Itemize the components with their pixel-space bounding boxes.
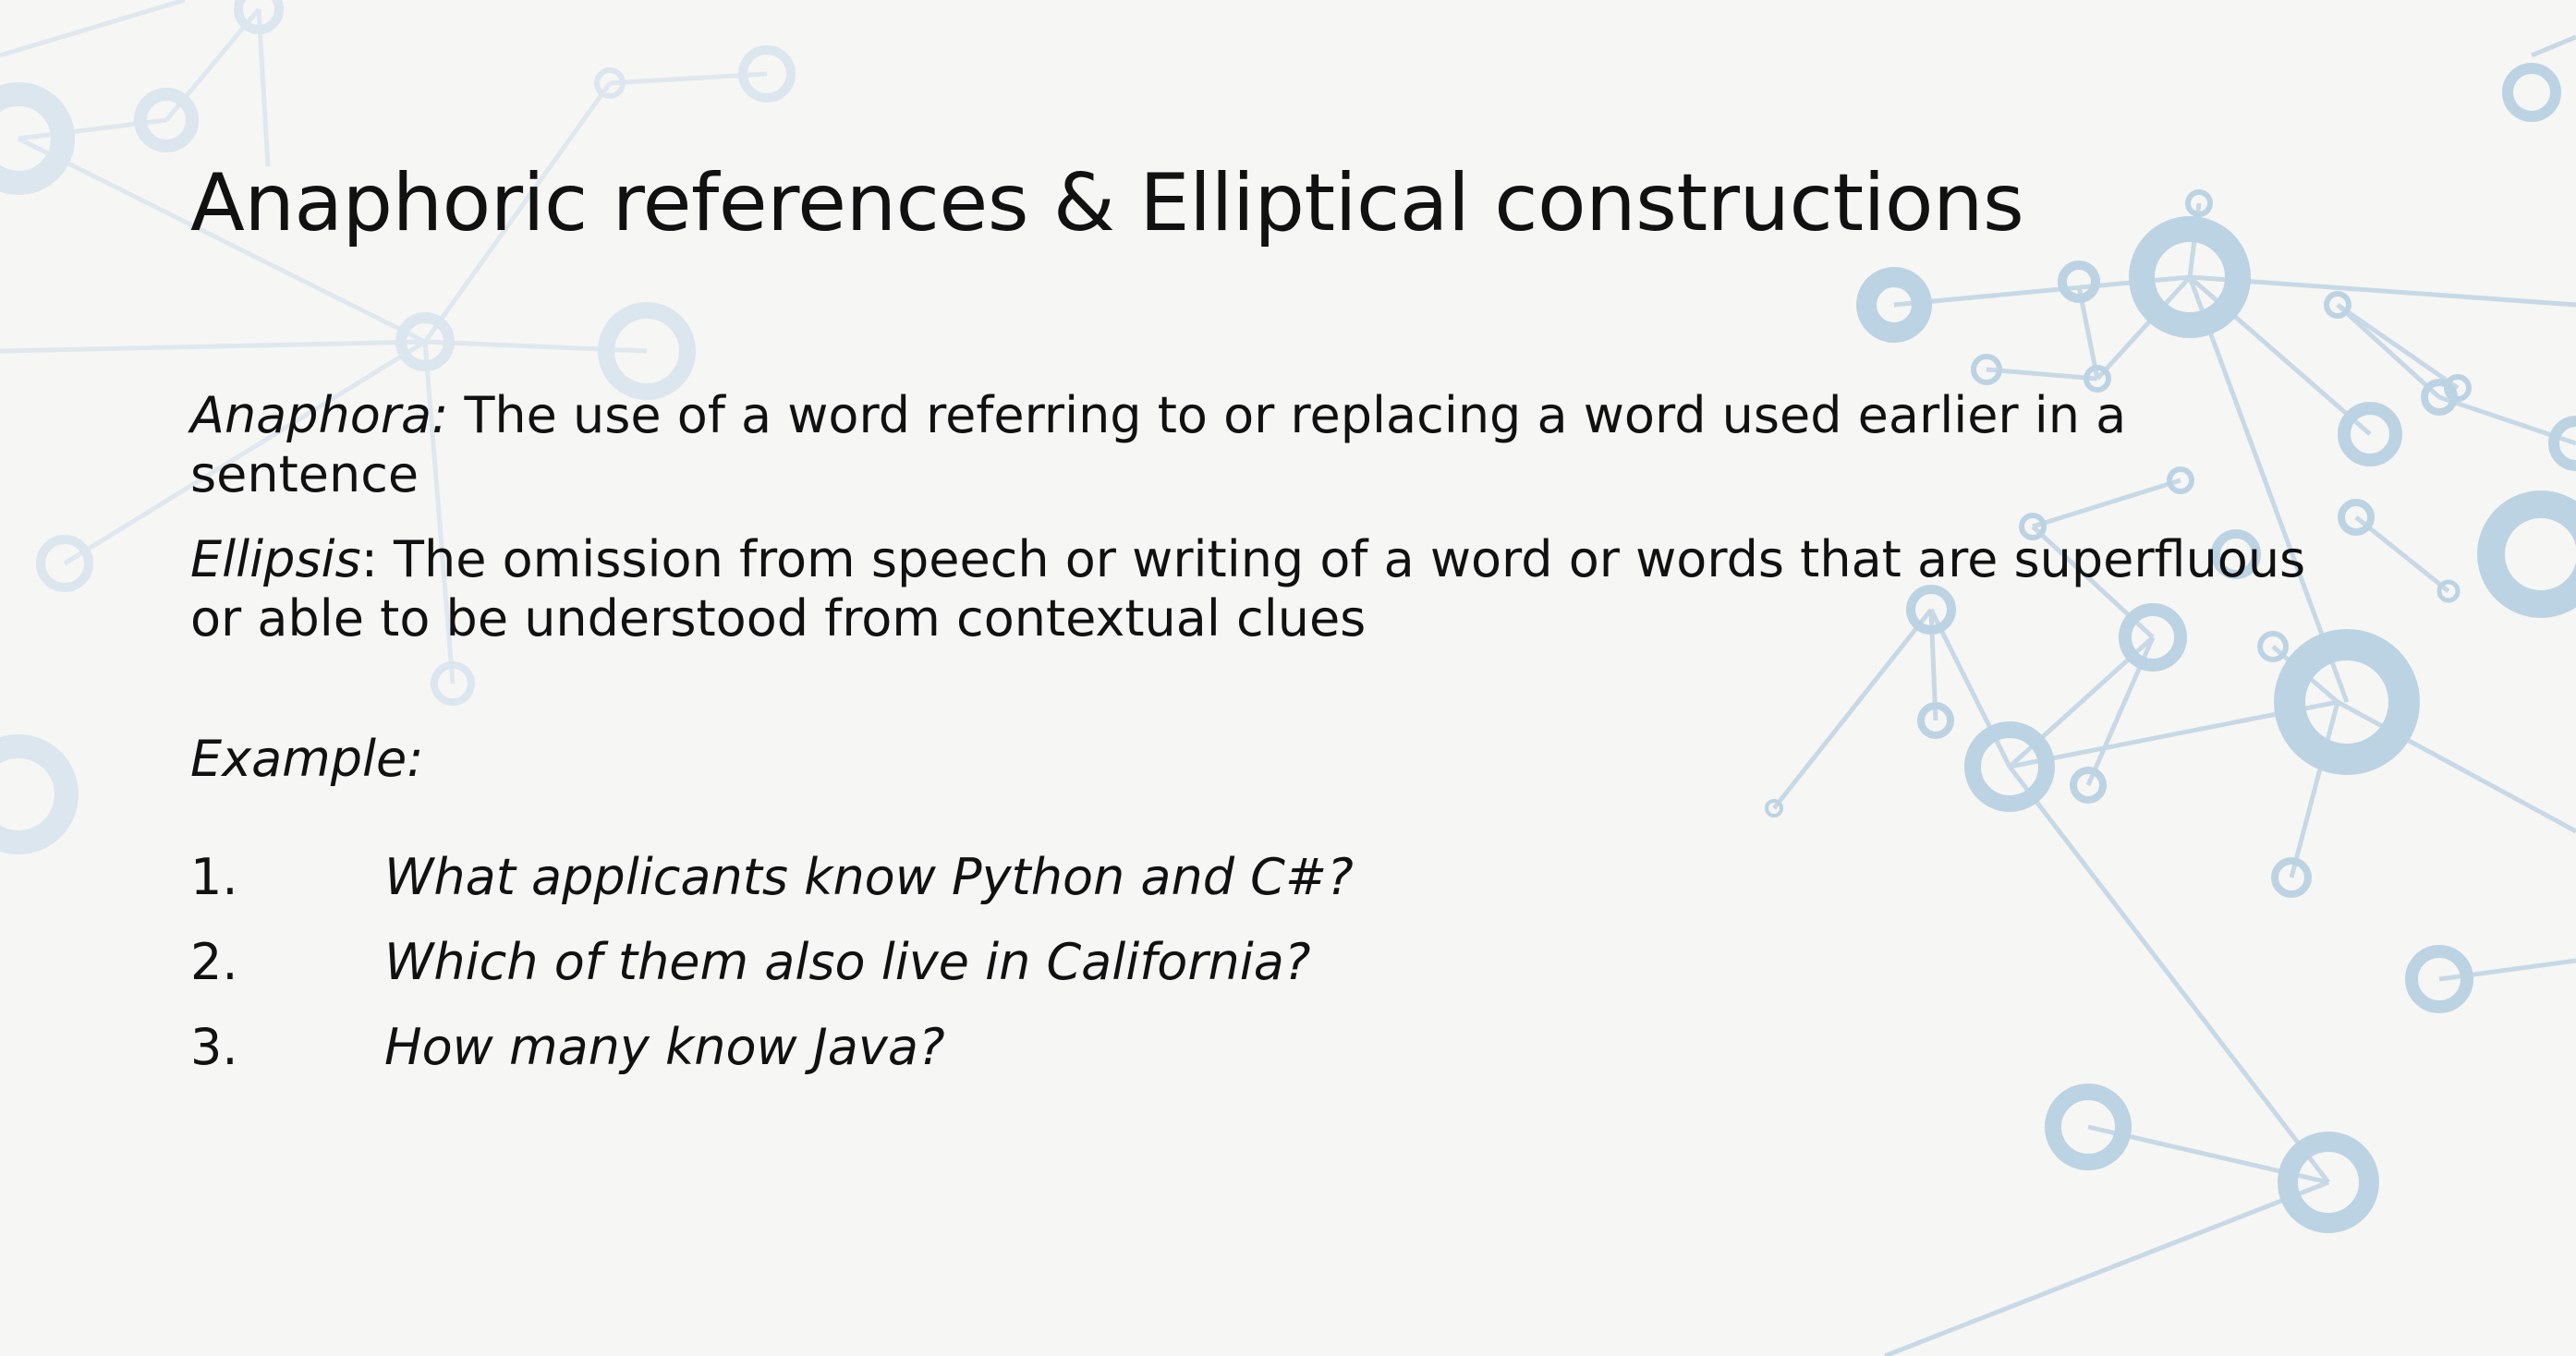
slide: Anaphoric references & Elliptical constr… [0, 0, 2576, 1356]
list-item: 3. How many know Java? [190, 1018, 1354, 1103]
definition-term: Ellipsis [190, 530, 361, 588]
definitions: Anaphora: The use of a word referring to… [190, 386, 2352, 674]
definition-anaphora: Anaphora: The use of a word referring to… [190, 386, 2352, 504]
list-item-number: 1. [190, 848, 238, 906]
example-list: 1. What applicants know Python and C#? 2… [190, 848, 1354, 1103]
list-item-question: Which of them also live in California? [384, 933, 1311, 991]
list-item-number: 2. [190, 933, 238, 991]
list-item-number: 3. [190, 1018, 238, 1076]
list-item-question: What applicants know Python and C#? [384, 848, 1354, 906]
list-item: 1. What applicants know Python and C#? [190, 848, 1354, 933]
list-item-question: How many know Java? [384, 1018, 945, 1076]
definition-term: Anaphora: [190, 386, 449, 444]
list-item: 2. Which of them also live in California… [190, 933, 1354, 1018]
definition-text: : The omission from speech or writing of… [190, 530, 2306, 648]
definition-ellipsis: Ellipsis: The omission from speech or wr… [190, 530, 2352, 648]
definition-text: The use of a word referring to or replac… [190, 386, 2127, 503]
slide-title: Anaphoric references & Elliptical constr… [190, 157, 2024, 249]
example-label: Example: [190, 730, 424, 788]
